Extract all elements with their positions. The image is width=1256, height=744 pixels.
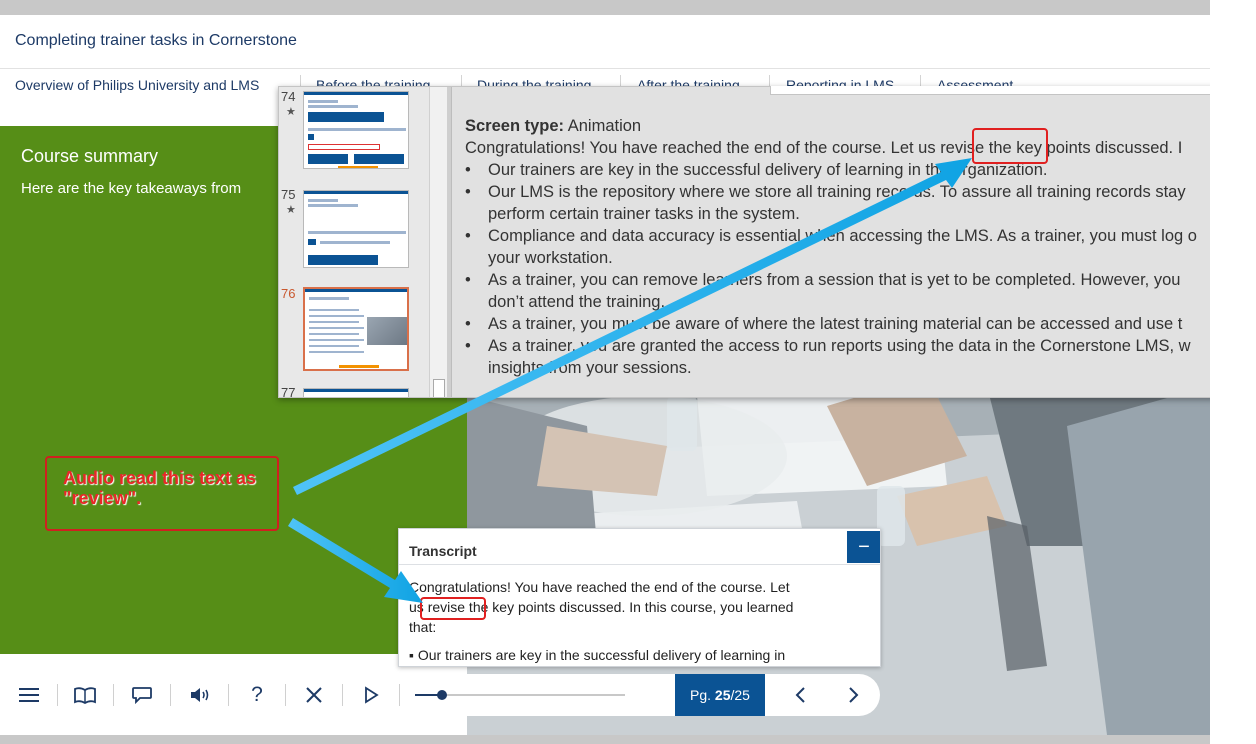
notes-bullet-text: Our LMS is the repository where we store… — [488, 183, 1186, 201]
notes-bullet: • As a trainer, you are granted the acces… — [465, 337, 1191, 355]
right-margin — [1210, 0, 1256, 744]
slide-number: 74 — [281, 89, 296, 104]
notes-bullet-text: don’t attend the training. — [488, 293, 666, 311]
transcript-title: Transcript — [409, 543, 477, 559]
notes-intro: Congratulations! You have reached the en… — [465, 137, 1253, 159]
page-current: 25 — [714, 687, 731, 703]
scrollbar-thumb[interactable] — [433, 379, 445, 397]
speaker-notes-pane[interactable]: Screen type: Animation Congratulations! … — [451, 87, 1253, 397]
screen-type-line: Screen type: Animation — [465, 115, 1253, 137]
page-indicator: Pg. 25/25 — [675, 674, 765, 716]
transcript-text-fragment: the key points discussed. In this course… — [465, 599, 794, 615]
progress-knob[interactable] — [437, 690, 448, 700]
notes-bullet: • Our trainers are key in the successful … — [465, 161, 1048, 179]
transcript-line: Congratulations! You have reached the en… — [409, 579, 790, 595]
bottom-gray-strip — [0, 735, 1210, 744]
notes-revise-highlight-box — [972, 128, 1048, 164]
page-prefix: Pg. — [690, 687, 712, 703]
notes-bullet: • Our LMS is the repository where we stor… — [465, 183, 1186, 201]
play-icon[interactable] — [358, 682, 384, 708]
course-header: Completing trainer tasks in Cornerstone — [0, 15, 1210, 69]
toolbar-divider — [342, 684, 343, 706]
thumbnail-scrollbar[interactable] — [429, 87, 447, 397]
course-summary-text: Here are the key takeaways from — [21, 180, 242, 197]
slide-thumbnail[interactable] — [303, 190, 409, 268]
course-summary-title: Course summary — [21, 146, 159, 166]
notes-bullet-text: your workstation. — [488, 249, 613, 267]
glossary-book-icon[interactable] — [72, 682, 98, 708]
toolbar-divider — [170, 684, 171, 706]
top-gray-strip — [0, 0, 1210, 15]
editor-search-field[interactable] — [770, 86, 1222, 95]
help-question-icon[interactable]: ? — [244, 682, 270, 708]
slide-number-active: 76 — [281, 286, 296, 301]
course-player-screen: Completing trainer tasks in Cornerstone … — [0, 0, 1256, 744]
player-toolbar: ? Pg. 25/25 — [0, 674, 880, 716]
notes-bullet-text: As a trainer, you can remove learners fr… — [488, 271, 1181, 289]
slide-star-icon: ★ — [286, 204, 296, 216]
speaker-notes-text: Screen type: Animation Congratulations! … — [465, 115, 1253, 379]
toolbar-divider — [228, 684, 229, 706]
transcript-revise-highlight-box — [420, 597, 486, 620]
slide-thumbnail-pane: 74 ★ 75 ★ 76 77 — [279, 87, 429, 398]
toolbar-divider — [113, 684, 114, 706]
course-title: Completing trainer tasks in Cornerstone — [15, 32, 297, 49]
page-total: /25 — [730, 687, 750, 703]
close-icon[interactable] — [301, 682, 327, 708]
screen-type-label: Screen type: — [465, 117, 565, 135]
slide-number: 75 — [281, 187, 296, 202]
tab-overview[interactable]: Overview of Philips University and LMS — [15, 77, 259, 93]
notes-bullet: • Compliance and data accuracy is essenti… — [465, 227, 1197, 245]
slide-number: 77 — [281, 385, 296, 398]
previous-page-chevron-icon[interactable] — [788, 682, 814, 708]
notes-bullet: • As a trainer, you must be aware of wher… — [465, 315, 1183, 333]
annotation-callout-text: Audio read this text as "review". — [63, 468, 257, 508]
screen-type-value: Animation — [567, 117, 642, 135]
audio-volume-icon[interactable] — [187, 682, 213, 708]
slide-editor-window: 74 ★ 75 ★ 76 77 Screen type: Animation C… — [278, 86, 1254, 398]
transcript-bullet: ▪ Our trainers are key in the successful… — [409, 647, 786, 663]
annotation-callout: Audio read this text as "review". — [45, 456, 279, 531]
notes-bullet-text: insights from your sessions. — [488, 359, 692, 377]
transcript-line: that: — [409, 619, 437, 635]
notes-bullet-text: Our trainers are key in the successful d… — [488, 161, 1048, 179]
notes-bullet-text: As a trainer, you must be aware of where… — [488, 315, 1183, 333]
transcript-bubble-icon[interactable] — [129, 682, 155, 708]
notes-text-fragment: us — [918, 139, 941, 157]
menu-icon[interactable] — [16, 682, 42, 708]
slide-thumbnail[interactable] — [303, 388, 409, 397]
slide-thumbnail-active[interactable] — [303, 287, 409, 371]
next-page-chevron-icon[interactable] — [840, 682, 866, 708]
transcript-minimize-button[interactable]: − — [847, 531, 880, 563]
notes-bullet: • As a trainer, you can remove learners f… — [465, 271, 1181, 289]
notes-bullet-text: Compliance and data accuracy is essentia… — [488, 227, 1197, 245]
slide-star-icon: ★ — [286, 106, 296, 118]
slide-thumbnail[interactable] — [303, 91, 409, 169]
playback-progress-slider[interactable] — [415, 690, 625, 700]
notes-bullet-continuation: don’t attend the training. — [465, 291, 1253, 313]
transcript-header: Transcript − — [399, 529, 880, 565]
notes-text-fragment: Congratulations! You have reached the en… — [465, 139, 919, 157]
notes-bullet-continuation: insights from your sessions. — [465, 357, 1253, 379]
notes-bullet-continuation: your workstation. — [465, 247, 1253, 269]
toolbar-divider — [285, 684, 286, 706]
notes-bullet-text: As a trainer, you are granted the access… — [488, 337, 1191, 355]
toolbar-divider — [57, 684, 58, 706]
toolbar-divider — [399, 684, 400, 706]
notes-bullet-text: perform certain trainer tasks in the sys… — [488, 205, 800, 223]
notes-bullet-continuation: perform certain trainer tasks in the sys… — [465, 203, 1253, 225]
